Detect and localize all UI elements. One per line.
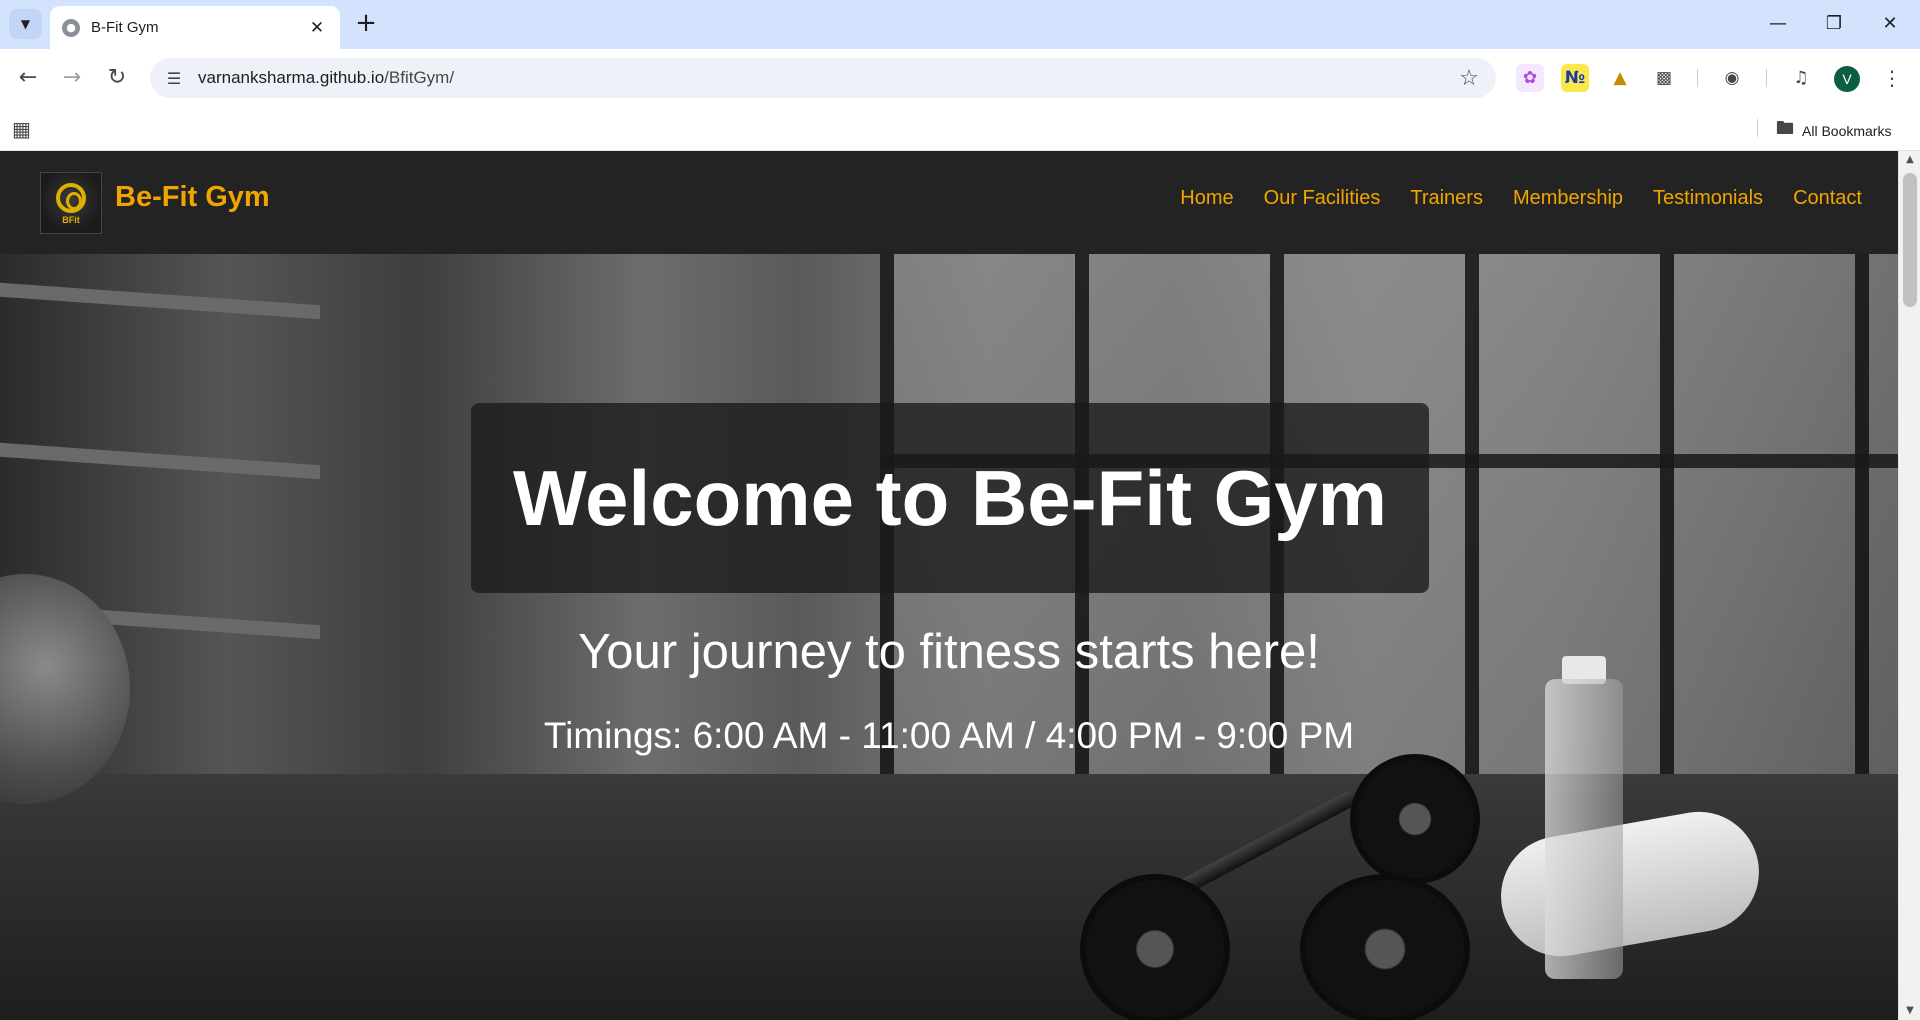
bookmark-star-icon[interactable]: ☆	[1454, 66, 1484, 91]
tab-search-button[interactable]: ▼	[9, 9, 42, 39]
toolbar-divider	[1697, 69, 1698, 87]
chevron-down-icon: ▼	[20, 17, 31, 31]
hero-tagline: Your journey to fitness starts here!	[578, 625, 1320, 679]
scroll-up-arrow-icon[interactable]: ▲	[1899, 151, 1920, 169]
url-text[interactable]: varnanksharma.github.io/BfitGym/	[198, 68, 1454, 88]
logo-text: BFit	[62, 215, 80, 225]
media-queue-icon[interactable]: ♫	[1787, 64, 1815, 92]
page-viewport: BFit Be-Fit Gym Home Our Facilities Trai…	[0, 151, 1898, 1020]
close-icon[interactable]: ✕	[306, 18, 328, 38]
hero-exercise-ball	[0, 574, 130, 804]
hero-dumbbell-plate	[1300, 874, 1470, 1020]
tab-title: B-Fit Gym	[91, 19, 159, 36]
back-button[interactable]: ←	[12, 61, 44, 93]
menu-kebab-icon[interactable]: ⋮	[1878, 64, 1906, 92]
url-host: varnanksharma.github.io	[198, 68, 385, 87]
tab-strip: ▼ ● B-Fit Gym ✕ + — ❐ ✕	[0, 0, 1920, 49]
screenshot-camera-icon[interactable]: ◉	[1718, 64, 1746, 92]
brand-logo[interactable]: BFit	[40, 172, 102, 234]
site-info-icon[interactable]: ☰	[164, 69, 184, 88]
notes-extension-icon[interactable]: №	[1561, 64, 1589, 92]
hero-background-shelf	[0, 442, 320, 480]
hero-title-box: Welcome to Be-Fit Gym	[471, 403, 1429, 593]
site-navbar: BFit Be-Fit Gym Home Our Facilities Trai…	[0, 151, 1898, 254]
restore-button[interactable]: ❐	[1808, 8, 1860, 38]
reload-button[interactable]: ↻	[101, 61, 133, 93]
nav-link-contact[interactable]: Contact	[1793, 187, 1862, 210]
apps-grid-icon[interactable]: ▦	[12, 117, 34, 141]
nav-link-membership[interactable]: Membership	[1513, 187, 1623, 210]
scroll-down-arrow-icon[interactable]: ▼	[1899, 1002, 1920, 1020]
all-bookmarks-label: All Bookmarks	[1802, 123, 1892, 139]
brand-name[interactable]: Be-Fit Gym	[115, 181, 270, 214]
hero-background-shelf	[0, 282, 320, 320]
folder-icon: 🖿	[1776, 118, 1794, 138]
all-bookmarks-button[interactable]: 🖿 All Bookmarks	[1776, 116, 1891, 146]
nav-link-testimonials[interactable]: Testimonials	[1653, 187, 1763, 210]
url-path: /BfitGym/	[384, 68, 455, 87]
scrollbar-thumb[interactable]	[1903, 173, 1917, 307]
hero-title: Welcome to Be-Fit Gym	[512, 453, 1388, 542]
hero-timings: Timings: 6:00 AM - 11:00 AM / 4:00 PM - …	[543, 715, 1355, 756]
browser-toolbar: ← → ↻ ☰ varnanksharma.github.io/BfitGym/…	[0, 49, 1920, 105]
brain-extension-icon[interactable]: ✿	[1516, 64, 1544, 92]
browser-tab-active[interactable]: ● B-Fit Gym ✕	[50, 6, 340, 49]
page-scrollbar[interactable]: ▲ ▼	[1898, 151, 1920, 1020]
kettlebell-icon	[56, 183, 86, 213]
lock-extension-icon[interactable]: ▲	[1606, 64, 1634, 92]
new-tab-button[interactable]: +	[352, 10, 380, 38]
minimize-button[interactable]: —	[1752, 8, 1804, 38]
bookmarks-bar: ▦ 🖿 All Bookmarks	[0, 105, 1920, 151]
nav-link-trainers[interactable]: Trainers	[1410, 187, 1483, 210]
hero-section: Welcome to Be-Fit Gym Your journey to fi…	[0, 254, 1898, 1020]
nav-link-facilities[interactable]: Our Facilities	[1264, 187, 1381, 210]
extensions-puzzle-icon[interactable]: ▩	[1650, 64, 1678, 92]
toolbar-divider	[1766, 69, 1767, 87]
nav-menu: Home Our Facilities Trainers Membership …	[1180, 187, 1862, 210]
bookmarks-divider	[1757, 119, 1758, 137]
forward-button[interactable]: →	[56, 61, 88, 93]
close-window-button[interactable]: ✕	[1864, 8, 1916, 38]
hero-dumbbell-plate	[1080, 874, 1230, 1020]
nav-link-home[interactable]: Home	[1180, 187, 1233, 210]
profile-avatar[interactable]: V	[1834, 66, 1860, 92]
globe-icon: ●	[62, 18, 80, 37]
hero-dumbbell-plate	[1350, 754, 1480, 884]
address-bar[interactable]: ☰ varnanksharma.github.io/BfitGym/ ☆	[150, 58, 1496, 98]
